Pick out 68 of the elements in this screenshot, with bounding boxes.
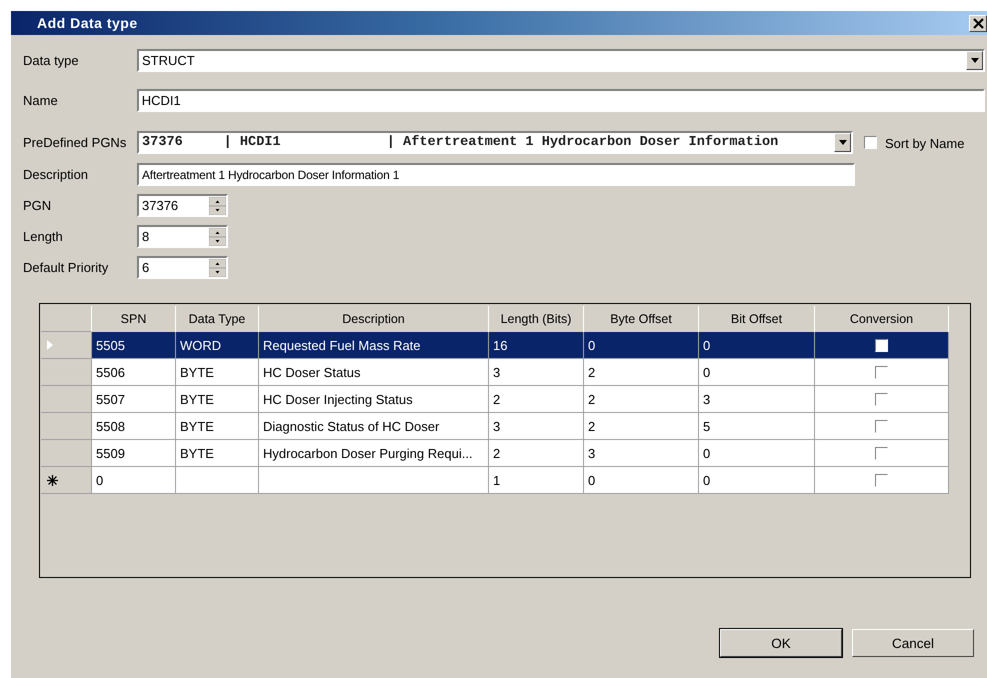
field-label: Length (23, 229, 64, 244)
table-cell: WORD (180, 338, 222, 352)
asterisk-icon (47, 474, 58, 486)
checkbox-label: Sort by Name (885, 136, 964, 151)
table-row[interactable]: 5505 WORD Requested Fuel Mass Rate 16 0 0 (41, 332, 970, 359)
field-label: PreDefined PGNs (23, 135, 128, 150)
table-cell: BYTE (180, 418, 214, 434)
field-label: Default Priority (23, 260, 110, 275)
table-row[interactable]: 5506 BYTE HC Doser Status 3 2 0 (41, 359, 970, 386)
field-label: PGN (23, 198, 52, 213)
table-row[interactable]: 0 1 0 0 (41, 467, 970, 494)
table-cell: BYTE (180, 392, 214, 406)
dialog-button[interactable]: OK (720, 629, 842, 657)
table-cell: 1 (493, 472, 500, 488)
close-icon (972, 18, 984, 28)
table-cell: 5508 (96, 418, 125, 434)
close-button[interactable] (969, 14, 987, 32)
table-cell: HC Doser Injecting Status (263, 392, 413, 406)
table-cell: 5509 (96, 446, 125, 460)
table-cell: HC Doser Status (263, 364, 361, 380)
window-title: Add Data type (36, 15, 138, 31)
table-cell: 0 (588, 472, 596, 488)
table-cell: 3 (588, 446, 596, 460)
table-cell: Diagnostic Status of HC Doser (263, 418, 440, 434)
field-label: Name (23, 93, 59, 108)
table-cell: 0 (96, 472, 104, 488)
table-cell: 5 (703, 418, 710, 434)
table-cell: 0 (703, 446, 710, 460)
spinner-field[interactable]: 8 (137, 225, 228, 248)
table-row[interactable]: 5507 BYTE HC Doser Injecting Status 2 2 3 (41, 386, 970, 413)
row-header[interactable] (41, 467, 92, 494)
name-input-field[interactable]: HCDI1 (136, 89, 985, 112)
table-cell: 0 (588, 338, 596, 352)
table-cell: 2 (588, 364, 596, 380)
conversion-checkbox[interactable] (875, 338, 888, 352)
description-input-field[interactable]: Aftertreatment 1 Hydrocarbon Doser Information 1 (137, 163, 855, 186)
table-cell: BYTE (180, 364, 214, 380)
spinner-arrows-icon (209, 196, 226, 214)
table-cell: Requested Fuel Mass Rate (263, 338, 421, 352)
table-cell: Hydrocarbon Doser Purging Requi... (263, 446, 473, 460)
spinner-field[interactable]: 37376 (137, 194, 228, 217)
table-cell: 5505 (96, 338, 125, 352)
table-row[interactable]: 5508 BYTE Diagnostic Status of HC Doser 3 2 5 (41, 413, 970, 440)
data-type-dropdown[interactable]: STRUCT (137, 49, 985, 72)
spinner-arrows-icon (209, 228, 226, 246)
field-label: Data type (23, 53, 80, 68)
table-cell: 16 (493, 338, 508, 352)
table-cell: 2 (588, 418, 596, 434)
predefined-pgns-dropdown[interactable]: 37376 | HCDI1 | Aftertreatment 1 Hydrocarbon Doser Information (137, 131, 853, 154)
table-cell: 2 (493, 392, 500, 406)
table-cell: 2 (493, 446, 500, 460)
sort-by-name-checkbox[interactable] (864, 136, 877, 149)
table-cell: 2 (588, 392, 596, 406)
dialog-button[interactable]: Cancel (852, 629, 974, 657)
table-cell: 0 (703, 364, 710, 380)
table-cell: BYTE (180, 446, 214, 460)
spinner-arrows-icon (209, 258, 226, 276)
table-cell: 3 (703, 392, 710, 406)
table-cell: 0 (703, 338, 710, 352)
table-cell: 0 (703, 472, 710, 488)
table-row[interactable]: 5509 BYTE Hydrocarbon Doser Purging Requi... 2 3 0 (41, 440, 970, 467)
table-cell: 3 (493, 364, 500, 380)
field-label: Description (23, 167, 90, 182)
current-row-icon (47, 340, 53, 350)
table-cell: 5507 (96, 392, 125, 406)
spinner-field[interactable]: 6 (137, 256, 228, 279)
table-cell: 5506 (96, 364, 125, 380)
table-cell: 3 (493, 418, 500, 434)
